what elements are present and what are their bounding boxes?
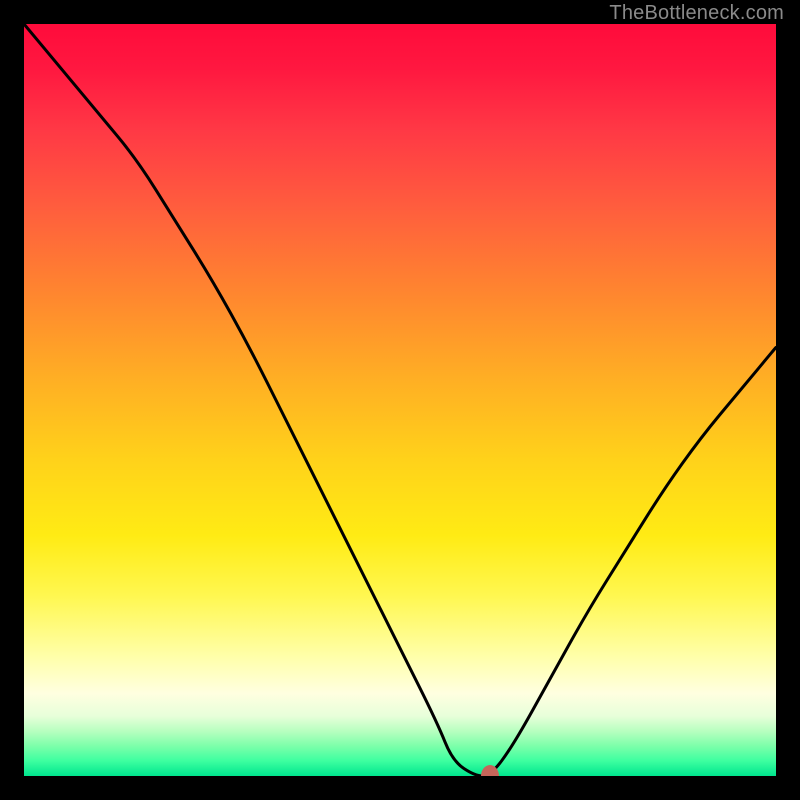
bottleneck-curve bbox=[24, 24, 776, 776]
chart-frame: TheBottleneck.com bbox=[0, 0, 800, 800]
watermark-text: TheBottleneck.com bbox=[609, 2, 784, 25]
plot-area bbox=[24, 24, 776, 776]
